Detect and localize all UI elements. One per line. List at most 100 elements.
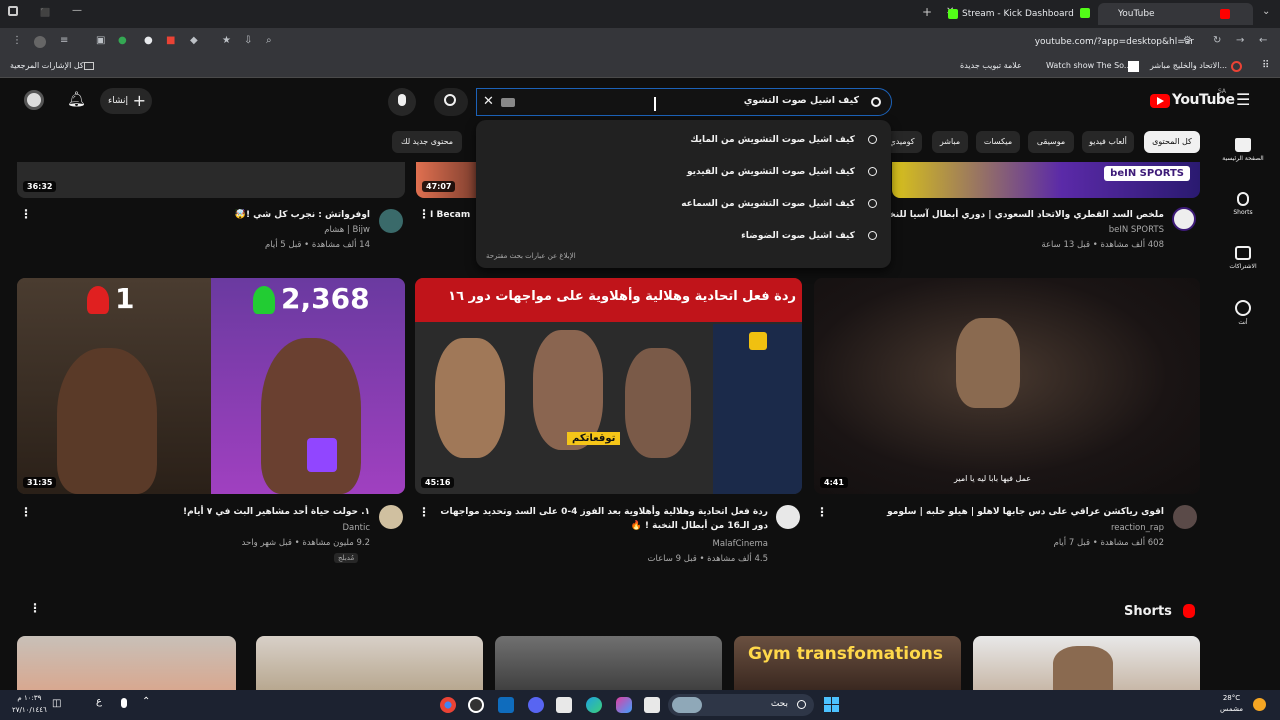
start-button[interactable]: [824, 697, 840, 713]
chip-all[interactable]: كل المحتوى: [1144, 131, 1200, 153]
screenshot-icon[interactable]: ▣: [96, 35, 105, 46]
video-title[interactable]: ١. حولت حياة أحد مشاهير البث في ٧ أيام!: [40, 505, 370, 519]
file-explorer-icon[interactable]: [644, 697, 660, 713]
chip-gaming[interactable]: ألعاب فيديو: [1082, 131, 1134, 153]
create-button[interactable]: إنشاء +: [100, 88, 152, 114]
video-thumbnail[interactable]: 36:32: [17, 162, 405, 198]
account-avatar[interactable]: [24, 90, 44, 110]
notification-center-icon[interactable]: ◫: [52, 698, 61, 709]
new-tab-icon[interactable]: +: [922, 5, 932, 19]
reload-icon[interactable]: ↻: [1213, 35, 1221, 46]
more-actions-icon[interactable]: ⋮: [20, 505, 32, 519]
apps-icon[interactable]: ⠿: [1262, 60, 1269, 71]
shorts-more-icon[interactable]: ⋮: [29, 601, 41, 615]
suggestion-item[interactable]: كيف اشيل صوت التشويش من الفيديو: [687, 162, 877, 182]
chrome-icon[interactable]: [440, 697, 456, 713]
bookmark-star-icon[interactable]: ★: [222, 35, 231, 46]
channel-name[interactable]: Bijw | هشام: [40, 223, 370, 238]
channel-name[interactable]: Dantic: [40, 521, 370, 536]
channel-avatar[interactable]: [379, 209, 403, 233]
channel-name[interactable]: reaction_rap: [838, 521, 1164, 536]
hamburger-menu-icon[interactable]: ☰: [1236, 90, 1250, 109]
video-title[interactable]: ملخص السد القطري والاتحاد السعودي | دوري…: [888, 208, 1164, 222]
channel-avatar[interactable]: [379, 505, 403, 529]
short-thumbnail[interactable]: [17, 636, 236, 690]
clear-search-icon[interactable]: ✕: [483, 94, 494, 109]
channel-name[interactable]: beIN SPORTS: [900, 223, 1164, 238]
install-icon[interactable]: ⇩: [244, 35, 252, 46]
channel-avatar[interactable]: [776, 505, 800, 529]
channel-avatar[interactable]: [1172, 207, 1196, 231]
video-thumbnail[interactable]: beIN SPORTS: [892, 162, 1200, 198]
video-thumbnail[interactable]: 1 2,368 31:35: [17, 278, 405, 494]
suggestion-item[interactable]: كيف اشيل صوت التشويش من المايك: [690, 130, 877, 150]
tab-list-icon[interactable]: ⌄: [1262, 6, 1270, 17]
forward-icon[interactable]: →: [1236, 35, 1244, 46]
minimize-icon[interactable]: —: [72, 5, 82, 16]
chip-mixes[interactable]: ميكسات: [976, 131, 1020, 153]
channel-avatar[interactable]: [1173, 505, 1197, 529]
extensions-icon[interactable]: ≡: [60, 35, 68, 46]
sidebar-item-you[interactable]: أنت: [1222, 300, 1264, 326]
edge-icon[interactable]: [586, 697, 602, 713]
search-input[interactable]: كيف اشيل صوت التشوي: [744, 95, 859, 106]
video-title[interactable]: اوفرواتش : نجرب كل شي !🤯: [40, 208, 370, 222]
more-actions-icon[interactable]: ⋮: [418, 207, 430, 221]
search-box[interactable]: ✕ كيف اشيل صوت التشوي: [476, 88, 892, 116]
bookmark-ittihad[interactable]: الاتحاد والخليج مباشر...: [1150, 61, 1227, 70]
more-icon[interactable]: ⋮: [12, 35, 22, 46]
chip-new-for-you[interactable]: محتوى جديد لك: [392, 131, 462, 153]
notifications-bell-icon[interactable]: 🔔︎: [67, 90, 86, 108]
report-suggestions-link[interactable]: الإبلاغ عن عبارات بحث مقترحة: [486, 252, 576, 260]
suggestion-item[interactable]: كيف اشيل صوت الضوضاء: [741, 226, 877, 246]
bookmark-new-tab[interactable]: علامة تبويب جديدة: [960, 61, 1022, 70]
bookmark-watch-show[interactable]: Watch show The So...: [1046, 61, 1132, 70]
shield-icon[interactable]: ◆: [190, 35, 198, 46]
short-thumbnail[interactable]: Gym transfomations: [734, 636, 961, 690]
keyboard-icon[interactable]: [501, 98, 515, 107]
more-actions-icon[interactable]: ⋮: [816, 505, 828, 519]
video-title[interactable]: ردة فعل اتحادية وهلالية وأهلاوية بعد الف…: [438, 505, 768, 533]
microphone-tray-icon[interactable]: [121, 698, 127, 708]
store-icon[interactable]: [556, 697, 572, 713]
video-title[interactable]: I Becam: [430, 208, 476, 222]
window-menu-icon[interactable]: [8, 6, 18, 16]
obs-icon[interactable]: [468, 697, 484, 713]
sidebar-item-home[interactable]: الصفحة الرئيسية: [1222, 138, 1264, 162]
weather-widget[interactable]: 28°C مشمس: [1220, 693, 1243, 715]
sidebar-item-shorts[interactable]: Shorts: [1222, 192, 1264, 216]
zoom-icon[interactable]: ⌕: [266, 35, 272, 46]
suggestion-item[interactable]: كيف اشيل صوت التشويش من السماعه: [681, 194, 877, 214]
back-icon[interactable]: ←: [1259, 35, 1267, 46]
video-thumbnail[interactable]: عمل فيها بابا ليه يا امير 4:41: [814, 278, 1200, 494]
short-thumbnail[interactable]: [973, 636, 1200, 690]
tray-overflow-icon[interactable]: ⌃: [142, 696, 150, 707]
extension-icon[interactable]: ●: [118, 35, 127, 46]
address-bar[interactable]: youtube.com/?app=desktop&hl=ar: [980, 31, 1200, 53]
copilot-icon[interactable]: [616, 697, 632, 713]
chip-music[interactable]: موسيقى: [1028, 131, 1074, 153]
sidebar-item-subscriptions[interactable]: الاشتراكات: [1222, 246, 1264, 270]
outlook-icon[interactable]: [498, 697, 514, 713]
system-clock[interactable]: ١٠:٣٩ م ٢٧/١٠/١٤٤٦: [12, 692, 47, 716]
discord-icon[interactable]: [528, 697, 544, 713]
short-thumbnail[interactable]: [495, 636, 722, 690]
extension-icon[interactable]: ■: [166, 35, 175, 46]
site-settings-icon[interactable]: ⚙: [1183, 35, 1192, 46]
input-language[interactable]: ع: [96, 696, 102, 707]
extension-icon[interactable]: ●: [144, 35, 153, 46]
all-bookmarks[interactable]: كل الإشارات المرجعية: [10, 61, 84, 70]
video-thumbnail[interactable]: ردة فعل اتحادية وهلالية وأهلاوية على موا…: [415, 278, 802, 494]
tab-kick-dashboard[interactable]: Stream - Kick Dashboard: [946, 3, 1086, 25]
tab-search-icon[interactable]: ⬛: [40, 8, 50, 17]
youtube-logo[interactable]: YouTube SA: [1150, 88, 1235, 110]
profile-icon[interactable]: [34, 36, 46, 48]
more-actions-icon[interactable]: ⋮: [418, 505, 430, 519]
chip-live[interactable]: مباشر: [932, 131, 968, 153]
short-thumbnail[interactable]: [256, 636, 483, 690]
video-thumbnail[interactable]: 47:07: [416, 162, 476, 198]
taskbar-search[interactable]: بحث: [668, 694, 814, 716]
video-title[interactable]: اقوى رياكشن عراقي على دس جابها لاهلو | ه…: [838, 505, 1164, 519]
more-actions-icon[interactable]: ⋮: [20, 207, 32, 221]
tab-youtube[interactable]: YouTube: [1098, 3, 1253, 25]
